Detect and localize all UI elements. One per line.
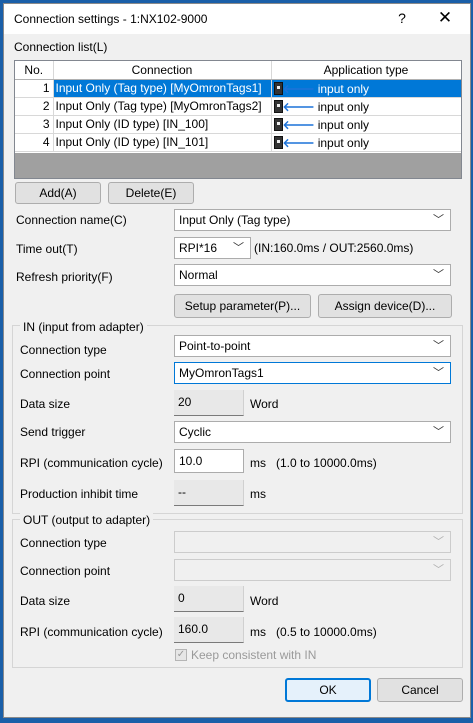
row-connection: Input Only (Tag type) [MyOmronTags2] [53, 97, 272, 116]
in-send-trigger-label: Send trigger [20, 425, 86, 439]
row-connection: Input Only (ID type) [IN_100] [53, 115, 272, 134]
in-connection-point-combo[interactable]: MyOmronTags1 ﹀ [174, 362, 451, 384]
row-application-type: 🡐 input only [271, 97, 461, 116]
row-application-type: 🡐 input only [271, 115, 461, 134]
row-number: 4 [15, 133, 54, 152]
out-data-size-label: Data size [20, 594, 71, 608]
out-group-title: OUT (output to adapter) [20, 513, 154, 527]
row-connection: Input Only (Tag type) [MyOmronTags1] [53, 79, 272, 98]
in-data-size-unit: Word [250, 397, 279, 411]
column-header-no[interactable]: No. [15, 61, 54, 80]
connection-table: No. Connection Application type 1 Input … [15, 61, 461, 152]
chevron-down-icon: ﹀ [433, 564, 444, 576]
refresh-priority-label: Refresh priority(F) [16, 270, 113, 284]
timeout-label: Time out(T) [16, 242, 78, 256]
window-title: Connection settings - 1:NX102-9000 [14, 12, 208, 26]
out-rpi-field: 160.0 [174, 617, 244, 643]
table-row[interactable]: 3 Input Only (ID type) [IN_100] 🡐 input o… [15, 115, 461, 134]
input-arrow-icon: 🡐 [282, 117, 315, 132]
row-application-type: 🡐 input only [271, 133, 461, 152]
table-row[interactable]: 1 Input Only (Tag type) [MyOmronTags1] 🡐… [15, 79, 461, 98]
chevron-down-icon: ﹀ [433, 367, 444, 379]
row-number: 3 [15, 115, 54, 134]
list-empty-area [15, 153, 461, 178]
timeout-combo[interactable]: RPI*16 ﹀ [174, 237, 251, 259]
in-connection-point-value: MyOmronTags1 [179, 366, 264, 380]
keep-consistent-label: Keep consistent with IN [191, 648, 317, 662]
out-connection-type-combo: ﹀ [174, 531, 451, 553]
connection-list-label: Connection list(L) [14, 40, 108, 54]
device-icon [273, 99, 283, 113]
in-rpi-unit: ms [250, 456, 266, 470]
in-inhibit-field: -- [174, 480, 244, 506]
table-header: No. Connection Application type [15, 61, 461, 80]
device-icon [273, 81, 283, 95]
timeout-value: RPI*16 [179, 241, 218, 255]
row-app-type-text: input only [317, 99, 370, 114]
connection-settings-dialog: Connection settings - 1:NX102-9000 ? ✕ C… [3, 3, 471, 718]
help-button[interactable]: ? [392, 10, 412, 28]
chevron-down-icon: ﹀ [233, 242, 244, 254]
input-arrow-icon: 🡐 [282, 135, 315, 150]
input-arrow-icon: 🡐 [282, 99, 315, 114]
close-button[interactable]: ✕ [434, 8, 456, 28]
out-connection-point-label: Connection point [20, 564, 111, 578]
in-rpi-label: RPI (communication cycle) [20, 456, 163, 470]
out-data-size-field: 0 [174, 586, 244, 612]
out-connection-point-combo: ﹀ [174, 559, 451, 581]
row-application-type: 🡐 input only [271, 79, 461, 98]
in-connection-point-label: Connection point [20, 367, 111, 381]
column-header-application-type[interactable]: Application type [271, 61, 461, 80]
refresh-priority-combo[interactable]: Normal ﹀ [174, 264, 451, 286]
timeout-info: (IN:160.0ms / OUT:2560.0ms) [254, 241, 414, 255]
out-rpi-range: (0.5 to 10000.0ms) [276, 625, 377, 639]
out-data-size-unit: Word [250, 594, 279, 608]
cancel-button[interactable]: Cancel [377, 678, 463, 702]
in-data-size-field: 20 [174, 390, 244, 416]
out-rpi-unit: ms [250, 625, 266, 639]
column-header-connection[interactable]: Connection [53, 61, 272, 80]
in-send-trigger-value: Cyclic [179, 425, 211, 439]
device-icon [273, 117, 283, 131]
row-connection: Input Only (ID type) [IN_101] [53, 133, 272, 152]
connection-name-value: Input Only (Tag type) [179, 213, 291, 227]
chevron-down-icon: ﹀ [433, 340, 444, 352]
input-arrow-icon: 🡐 [282, 81, 315, 96]
in-connection-type-label: Connection type [20, 343, 107, 357]
out-connection-type-label: Connection type [20, 536, 107, 550]
row-number: 1 [15, 79, 54, 98]
in-rpi-range: (1.0 to 10000.0ms) [276, 456, 377, 470]
keep-consistent-checkbox: ✓ [175, 649, 187, 661]
ok-button[interactable]: OK [285, 678, 371, 702]
chevron-down-icon: ﹀ [433, 269, 444, 281]
assign-device-button[interactable]: Assign device(D)... [318, 294, 452, 318]
row-app-type-text: input only [317, 81, 370, 96]
in-send-trigger-combo[interactable]: Cyclic ﹀ [174, 421, 451, 443]
setup-parameter-button[interactable]: Setup parameter(P)... [174, 294, 311, 318]
out-rpi-label: RPI (communication cycle) [20, 625, 163, 639]
row-number: 2 [15, 97, 54, 116]
table-row[interactable]: 4 Input Only (ID type) [IN_101] 🡐 input o… [15, 133, 461, 152]
in-group-title: IN (input from adapter) [20, 320, 147, 334]
in-connection-type-value: Point-to-point [179, 339, 251, 353]
table-row[interactable]: 2 Input Only (Tag type) [MyOmronTags2] 🡐… [15, 97, 461, 116]
connection-name-label: Connection name(C) [16, 213, 127, 227]
add-button[interactable]: Add(A) [15, 182, 101, 204]
title-bar: Connection settings - 1:NX102-9000 ? ✕ [4, 4, 470, 34]
connection-list[interactable]: No. Connection Application type 1 Input … [14, 60, 462, 179]
device-icon [273, 135, 283, 149]
in-connection-type-combo[interactable]: Point-to-point ﹀ [174, 335, 451, 357]
chevron-down-icon: ﹀ [433, 536, 444, 548]
in-inhibit-label: Production inhibit time [20, 487, 139, 501]
in-inhibit-unit: ms [250, 487, 266, 501]
refresh-priority-value: Normal [179, 268, 218, 282]
delete-button[interactable]: Delete(E) [108, 182, 194, 204]
chevron-down-icon: ﹀ [433, 214, 444, 226]
connection-name-combo[interactable]: Input Only (Tag type) ﹀ [174, 209, 451, 231]
in-data-size-label: Data size [20, 397, 71, 411]
in-rpi-input[interactable]: 10.0 [174, 449, 244, 473]
row-app-type-text: input only [317, 117, 370, 132]
chevron-down-icon: ﹀ [433, 426, 444, 438]
row-app-type-text: input only [317, 135, 370, 150]
